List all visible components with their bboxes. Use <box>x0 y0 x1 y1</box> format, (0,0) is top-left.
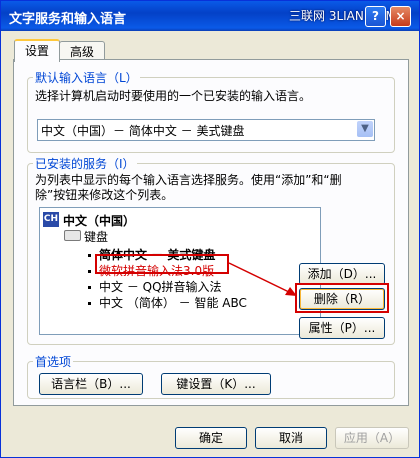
dialog-window: 文字服务和输入语言 三联网 3LIAN.COM ? × 设置 高级 默认输入语言… <box>0 0 420 458</box>
help-icon[interactable]: ? <box>365 6 386 27</box>
properties-button[interactable]: 属性（P）... <box>299 317 385 339</box>
title-bar[interactable]: 文字服务和输入语言 三联网 3LIAN.COM ? × <box>1 1 419 31</box>
default-language-select[interactable]: 中文（中国）－ 简体中文 － 美式键盘 ▼ <box>37 119 375 141</box>
chevron-down-icon[interactable]: ▼ <box>357 121 373 137</box>
installed-services-legend: 已安装的服务（I） <box>33 155 137 172</box>
keyboard-icon <box>64 230 81 241</box>
default-language-legend: 默认输入语言（L） <box>33 69 140 86</box>
add-button[interactable]: 添加（D）... <box>299 263 385 285</box>
apply-button[interactable]: 应用（A） <box>335 427 409 449</box>
language-badge-icon: CH <box>43 212 59 227</box>
language-bar-button[interactable]: 语言栏（B）... <box>39 373 143 395</box>
remove-button[interactable]: 删除（R） <box>299 288 385 310</box>
annotation-arrow <box>228 262 297 296</box>
installed-services-description-2: 除”按钮来修改这个列表。 <box>35 188 174 202</box>
default-language-description: 选择计算机启动时要使用的一个已安装的输入语言。 <box>35 89 312 103</box>
annotation-highlight-box <box>95 254 229 274</box>
list-item[interactable]: 中文 （简体） － 智能 ABC <box>88 294 247 311</box>
language-node[interactable]: 中文（中国） <box>63 212 135 229</box>
ok-button[interactable]: 确定 <box>175 427 247 449</box>
close-icon[interactable]: × <box>390 6 411 27</box>
key-settings-button[interactable]: 键设置（K）... <box>161 373 271 395</box>
default-language-value: 中文（中国）－ 简体中文 － 美式键盘 <box>41 124 245 138</box>
keyboard-node[interactable]: 键盘 <box>84 228 108 245</box>
preferences-legend: 首选项 <box>33 353 74 370</box>
cancel-button[interactable]: 取消 <box>255 427 327 449</box>
tab-settings[interactable]: 设置 <box>14 39 60 62</box>
window-title: 文字服务和输入语言 <box>9 12 127 27</box>
list-item[interactable]: 中文 － QQ拼音输入法 <box>88 278 222 295</box>
